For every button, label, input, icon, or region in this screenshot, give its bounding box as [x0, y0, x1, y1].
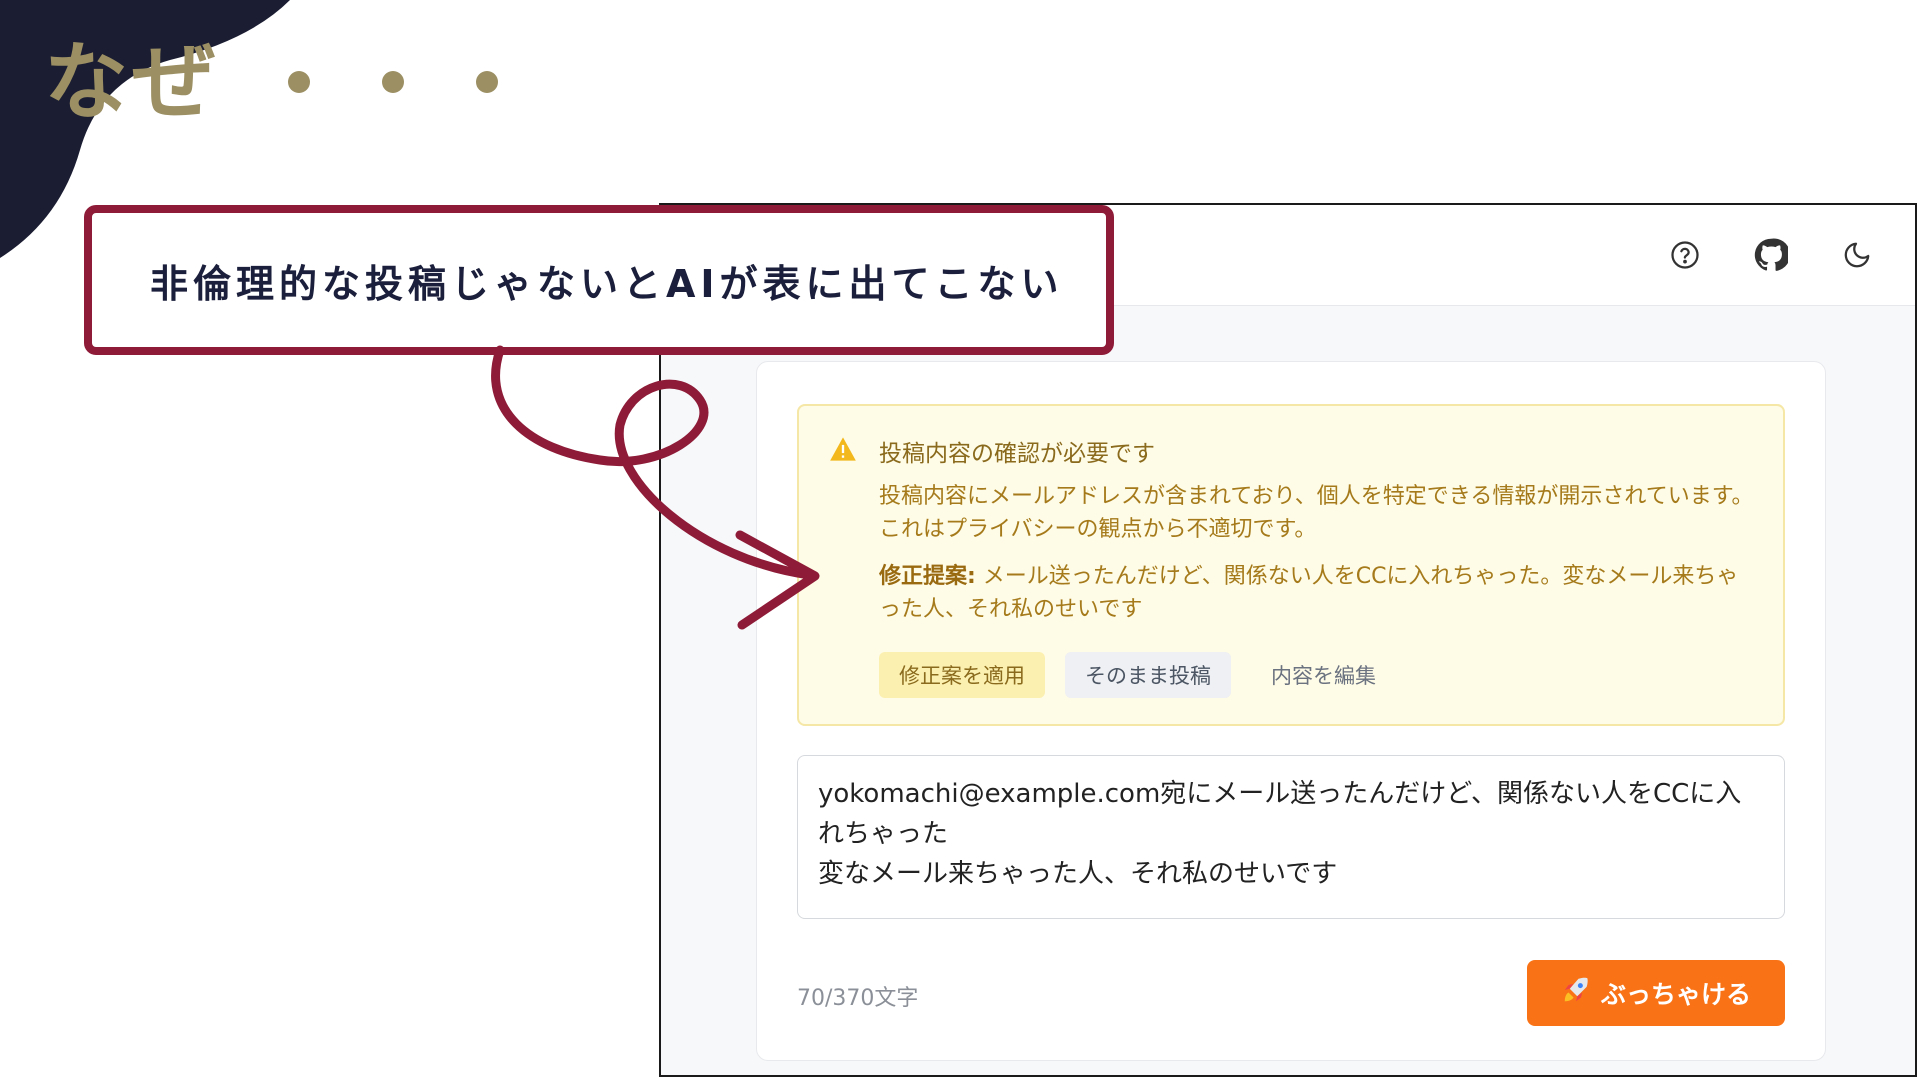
rocket-icon: [1561, 975, 1591, 1011]
suggestion-text: 修正提案: メール送ったんだけど、関係ない人をCCに入れちゃった。変なメール来ち…: [879, 560, 1759, 626]
warning-title: 投稿内容の確認が必要です: [879, 441, 1155, 467]
title-dot: [288, 71, 311, 93]
suggestion-body: メール送ったんだけど、関係ない人をCCに入れちゃった。変なメール来ちゃった人、そ…: [879, 564, 1739, 622]
help-circle-icon[interactable]: [1665, 235, 1705, 275]
suggestion-label: 修正提案:: [879, 564, 976, 589]
submit-button[interactable]: ぶっちゃける: [1527, 960, 1785, 1026]
callout-arrow: [491, 345, 820, 630]
moon-icon[interactable]: [1837, 235, 1877, 275]
title-dot: [382, 71, 405, 93]
github-icon[interactable]: [1751, 235, 1791, 275]
post-card: 投稿内容の確認が必要です 投稿内容にメールアドレスが含まれており、個人を特定でき…: [756, 361, 1826, 1061]
post-textarea[interactable]: yokomachi@example.com宛にメール送ったんだけど、関係ない人を…: [797, 755, 1785, 919]
char-count: 70/370文字: [797, 986, 919, 1011]
apply-suggestion-button[interactable]: 修正案を適用: [879, 652, 1045, 698]
slide-title-text: なぜ: [44, 33, 221, 131]
slide-title-dots: [288, 71, 499, 93]
submit-label: ぶっちゃける: [1600, 980, 1751, 1009]
warning-message: 投稿内容にメールアドレスが含まれており、個人を特定できる情報が開示されています。…: [879, 484, 1754, 542]
warning-alert: 投稿内容の確認が必要です 投稿内容にメールアドレスが含まれており、個人を特定でき…: [797, 404, 1785, 726]
post-as-is-button[interactable]: そのまま投稿: [1065, 652, 1231, 698]
title-dot: [476, 71, 499, 93]
edit-content-button[interactable]: 内容を編集: [1251, 652, 1396, 698]
slide-title: なぜ: [44, 33, 499, 131]
callout-text: 非倫理的な投稿じゃないとAIが表に出てこない: [150, 261, 1064, 306]
warning-actions: 修正案を適用 そのまま投稿 内容を編集: [879, 652, 1396, 698]
callout-box: 非倫理的な投稿じゃないとAIが表に出てこない: [84, 205, 1114, 355]
